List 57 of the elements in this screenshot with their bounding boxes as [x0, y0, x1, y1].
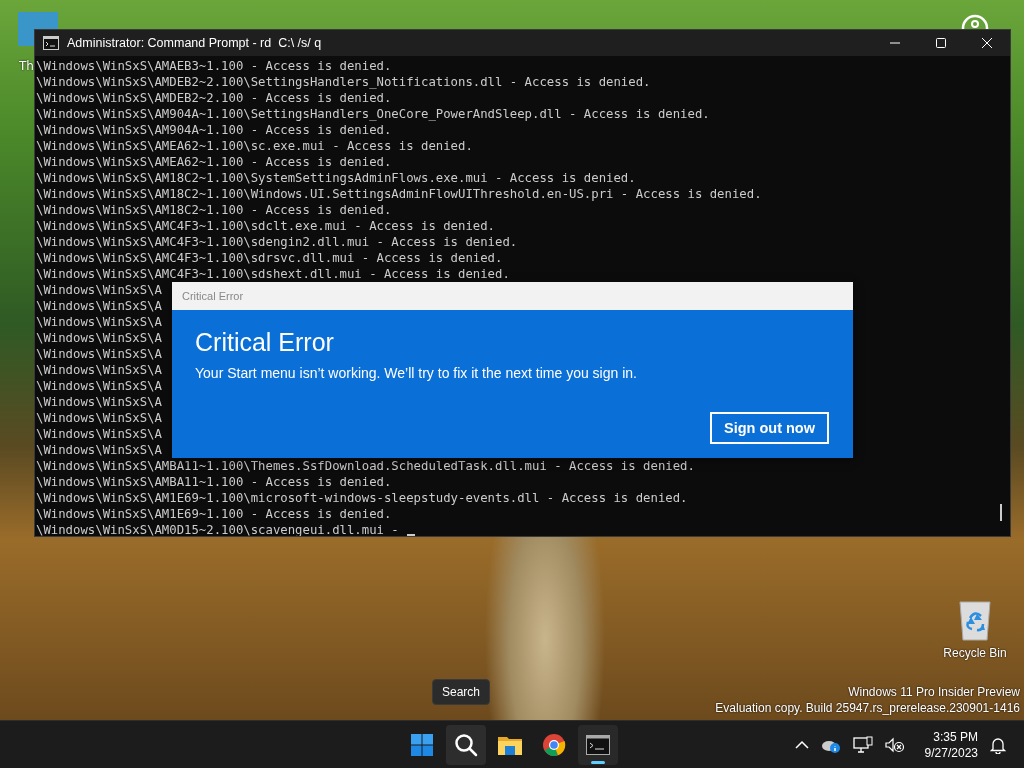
taskbar-button[interactable]	[446, 724, 486, 765]
speaker-muted-icon[interactable]	[884, 736, 905, 753]
console-line: \Windows\WinSxS\A	[36, 426, 162, 442]
console-line: \Windows\WinSxS\AMC4F3~1.100\sdengin2.dll.mui - Access is denied.	[36, 234, 518, 250]
console-line: \Windows\WinSxS\A	[36, 410, 162, 426]
window-title: Administrator: Command Prompt - rd C:\ /s/ q	[67, 36, 322, 50]
bell-icon[interactable]	[990, 735, 1006, 754]
dialog-message: Your Start menu isn’t working. We’ll try to fix it the next time you sign in.	[195, 365, 638, 381]
console-line: \Windows\WinSxS\A	[36, 330, 162, 346]
terminal-icon	[586, 734, 610, 755]
watermark-text: Windows 11 Pro Insider Preview	[848, 684, 1020, 700]
console-line: \Windows\WinSxS\AM0D15~2.100\scavengeui.dll.mui -	[36, 522, 399, 536]
chevron-up-icon[interactable]	[794, 739, 809, 750]
terminal-icon	[43, 36, 59, 50]
console-line: \Windows\WinSxS\AMC4F3~1.100\sdshext.dll.mui - Access is denied.	[36, 266, 510, 282]
console-line: \Windows\WinSxS\AM1E69~1.100 - Access is denied.	[36, 506, 392, 522]
console-line: \Windows\WinSxS\A	[36, 362, 162, 378]
console-line: \Windows\WinSxS\A	[36, 442, 162, 458]
console-line: \Windows\WinSxS\A	[36, 394, 162, 410]
dialog-heading: Critical Error	[195, 328, 335, 357]
console-line: \Windows\WinSxS\AM18C2~1.100 - Access is denied.	[36, 202, 392, 218]
scrollbar-thumb[interactable]	[1000, 504, 1002, 521]
dialog-title-bar: Critical Error	[172, 282, 853, 310]
console-line: \Windows\WinSxS\AM904A~1.100\SettingsHandlers_OneCore_PowerAndSleep.dll - Access is denied.	[36, 106, 710, 122]
console-line: \Windows\WinSxS\AMDEB2~2.100 - Access is denied.	[36, 90, 392, 106]
search-icon	[454, 732, 478, 757]
tooltip: Search	[432, 679, 491, 705]
console-line: \Windows\WinSxS\AM18C2~1.100\Windows.UI.SettingsAdminFlowUIThreshold.en-US.pri - Access is denied.	[36, 186, 762, 202]
console-line: \Windows\WinSxS\A	[36, 282, 162, 298]
console-line: \Windows\WinSxS\AMEA62~1.100 - Access is denied.	[36, 154, 392, 170]
console-line: \Windows\WinSxS\A	[36, 314, 162, 330]
maximize-icon	[935, 37, 947, 49]
running-indicator	[591, 760, 605, 764]
console-line: \Windows\WinSxS\AMBA11~1.100 - Access is denied.	[36, 474, 392, 490]
text-cursor-icon	[406, 534, 415, 536]
console-line: \Windows\WinSxS\AMBA11~1.100\Themes.SsfDownload.ScheduledTask.dll.mui - Access is denied.	[36, 458, 695, 474]
watermark-text: Evaluation copy. Build 25947.rs_prerelease.230901-1416	[715, 700, 1020, 716]
grid-logo-icon	[410, 732, 434, 757]
console-line: \Windows\WinSxS\A	[36, 298, 162, 314]
sign-out-button[interactable]: Sign out now	[710, 412, 829, 444]
console-line: \Windows\WinSxS\AMEA62~1.100\sc.exe.mui - Access is denied.	[36, 138, 473, 154]
console-line: \Windows\WinSxS\AMC4F3~1.100\sdclt.exe.mui - Access is denied.	[36, 218, 495, 234]
round-logo-icon	[542, 732, 566, 757]
icon-label: Recycle Bin	[943, 646, 1007, 660]
console-line: \Windows\WinSxS\AM904A~1.100 - Access is denied.	[36, 122, 392, 138]
console-line: \Windows\WinSxS\AMAEB3~1.100 - Access is denied.	[36, 58, 392, 74]
monitor-icon[interactable]	[852, 735, 873, 754]
console-line: \Windows\WinSxS\AM18C2~1.100\SystemSettingsAdminFlows.exe.mui - Access is denied.	[36, 170, 636, 186]
taskbar-button[interactable]	[578, 724, 618, 765]
icon-label: Th	[19, 59, 34, 73]
console-line: \Windows\WinSxS\A	[36, 378, 162, 394]
console-line: \Windows\WinSxS\AMDEB2~2.100\SettingsHandlers_Notifications.dll - Access is denied.	[36, 74, 651, 90]
clock-button[interactable]: 3:35 PM 9/27/2023	[924, 728, 978, 761]
console-line: \Windows\WinSxS\AM1E69~1.100\microsoft-windows-sleepstudy-events.dll - Access is denied.	[36, 490, 688, 506]
close-icon	[981, 37, 993, 49]
console-line: \Windows\WinSxS\AMC4F3~1.100\sdrsvc.dll.mui - Access is denied.	[36, 250, 503, 266]
console-line: \Windows\WinSxS\A	[36, 346, 162, 362]
